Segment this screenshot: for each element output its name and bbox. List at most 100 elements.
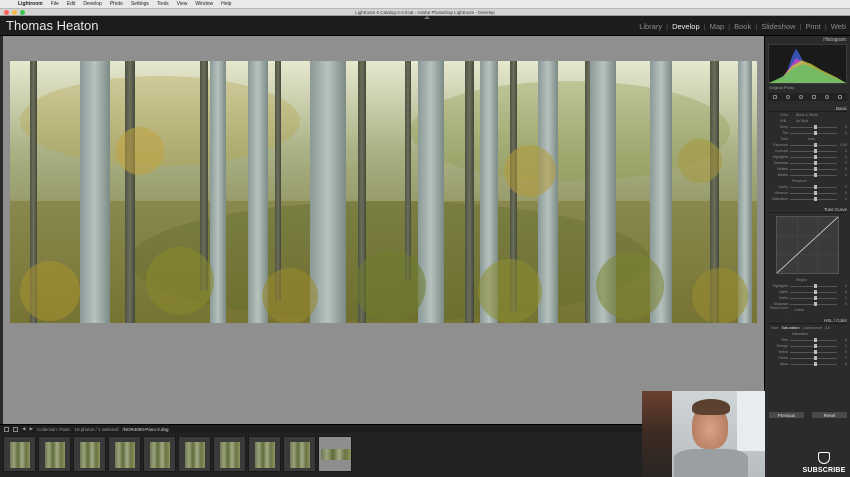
slider-knob[interactable] [813, 161, 817, 165]
slider-value[interactable]: 0 [837, 284, 847, 288]
filmstrip-thumbnail[interactable] [283, 436, 316, 472]
menu-item-tools[interactable]: Tools [153, 1, 173, 7]
filmstrip-thumbnail[interactable] [178, 436, 211, 472]
slider-track[interactable] [790, 356, 837, 360]
slider-track[interactable] [790, 149, 837, 153]
menu-item-edit[interactable]: Edit [63, 1, 80, 7]
slider-knob[interactable] [813, 356, 817, 360]
slider-track[interactable] [790, 302, 837, 306]
slider-knob[interactable] [813, 302, 817, 306]
slider-value[interactable]: 0 [837, 155, 847, 159]
module-develop[interactable]: Develop [668, 22, 704, 31]
graduated-filter-icon[interactable] [812, 95, 817, 99]
menu-item-lightroom[interactable]: Lightroom [14, 1, 47, 7]
red-eye-icon[interactable] [798, 95, 803, 99]
menu-item-photo[interactable]: Photo [106, 1, 127, 7]
filmstrip-thumbnail[interactable] [143, 436, 176, 472]
slider-value[interactable]: 0 [837, 290, 847, 294]
histogram[interactable] [768, 44, 847, 84]
grid-view-icon[interactable] [4, 426, 9, 432]
close-window-button[interactable] [4, 10, 9, 15]
slider-knob[interactable] [813, 125, 817, 129]
module-slideshow[interactable]: Slideshow [757, 22, 799, 31]
slider-track[interactable] [790, 344, 837, 348]
tab-luminance[interactable]: Luminance [803, 325, 823, 330]
module-map[interactable]: Map [706, 22, 729, 31]
treatment-color[interactable]: Color [768, 113, 790, 117]
identity-plate[interactable]: Thomas Heaton [6, 18, 99, 33]
left-panel-collapsed[interactable] [0, 36, 3, 424]
slider-track[interactable] [790, 284, 837, 288]
filmstrip-thumbnail[interactable] [3, 436, 36, 472]
slider-knob[interactable] [813, 362, 817, 366]
reset-button[interactable]: Reset [811, 411, 848, 419]
basic-panel-title[interactable]: Basic [768, 105, 847, 112]
slider-track[interactable] [790, 131, 837, 135]
slider-value[interactable]: 0 [837, 131, 847, 135]
slider-knob[interactable] [813, 149, 817, 153]
minimize-window-button[interactable] [12, 10, 17, 15]
module-print[interactable]: Print [801, 22, 824, 31]
slider-knob[interactable] [813, 290, 817, 294]
histogram-header[interactable]: Histogram [765, 36, 850, 44]
slider-knob[interactable] [813, 173, 817, 177]
back-arrow-icon[interactable]: ◀ [22, 426, 25, 432]
tab-hue[interactable]: Hue [771, 325, 778, 330]
tab-saturation[interactable]: Saturation [781, 325, 799, 330]
slider-knob[interactable] [813, 167, 817, 171]
menu-item-develop[interactable]: Develop [79, 1, 105, 7]
slider-track[interactable] [790, 173, 837, 177]
slider-track[interactable] [790, 167, 837, 171]
slider-value[interactable]: 0 [837, 173, 847, 177]
tone-curve-graph[interactable] [776, 216, 839, 274]
point-curve-dropdown[interactable]: Linear [790, 308, 804, 312]
tab-all[interactable]: All [825, 325, 829, 330]
slider-knob[interactable] [813, 350, 817, 354]
slider-track[interactable] [790, 350, 837, 354]
slider-value[interactable]: 0 [837, 344, 847, 348]
slider-value[interactable]: 0 [837, 356, 847, 360]
adjustment-brush-icon[interactable] [838, 95, 843, 99]
top-panel-toggle-icon[interactable] [424, 16, 430, 19]
slider-value[interactable]: 0 [837, 185, 847, 189]
slider-value[interactable]: 0 [837, 167, 847, 171]
filmstrip-thumbnail[interactable] [248, 436, 281, 472]
filmstrip-thumbnail[interactable] [108, 436, 141, 472]
menu-item-view[interactable]: View [173, 1, 192, 7]
slider-track[interactable] [790, 161, 837, 165]
slider-value[interactable]: 0 [837, 350, 847, 354]
slider-value[interactable]: 0 [837, 161, 847, 165]
slider-track[interactable] [790, 143, 837, 147]
filmstrip-thumbnail[interactable] [318, 436, 352, 472]
slider-knob[interactable] [813, 197, 817, 201]
menu-item-help[interactable]: Help [217, 1, 235, 7]
slider-track[interactable] [790, 185, 837, 189]
subscribe-button[interactable]: SUBSCRIBE [802, 436, 846, 474]
menu-item-file[interactable]: File [47, 1, 63, 7]
previous-button[interactable]: Previous [768, 411, 805, 419]
slider-track[interactable] [790, 296, 837, 300]
slider-track[interactable] [790, 338, 837, 342]
slider-value[interactable]: 0 [837, 362, 847, 366]
saturation-slider[interactable]: Saturation 0 [768, 196, 847, 202]
menu-item-settings[interactable]: Settings [127, 1, 153, 7]
slider-knob[interactable] [813, 191, 817, 195]
slider-knob[interactable] [813, 185, 817, 189]
crop-tool-icon[interactable] [772, 95, 777, 99]
slider-track[interactable] [790, 290, 837, 294]
filmstrip-thumbnail[interactable] [213, 436, 246, 472]
zoom-window-button[interactable] [20, 10, 25, 15]
slider-track[interactable] [790, 125, 837, 129]
module-library[interactable]: Library [635, 22, 666, 31]
slider-track[interactable] [790, 155, 837, 159]
slider-knob[interactable] [813, 338, 817, 342]
slider-knob[interactable] [813, 155, 817, 159]
slider-value[interactable]: 0 [837, 302, 847, 306]
second-window-icon[interactable] [13, 426, 18, 432]
forward-arrow-icon[interactable]: ▶ [29, 426, 32, 432]
radial-filter-icon[interactable] [825, 95, 830, 99]
slider-value[interactable]: 0 [837, 296, 847, 300]
slider-knob[interactable] [813, 344, 817, 348]
slider-value[interactable]: 0 [837, 125, 847, 129]
slider-value[interactable]: 0 [837, 191, 847, 195]
